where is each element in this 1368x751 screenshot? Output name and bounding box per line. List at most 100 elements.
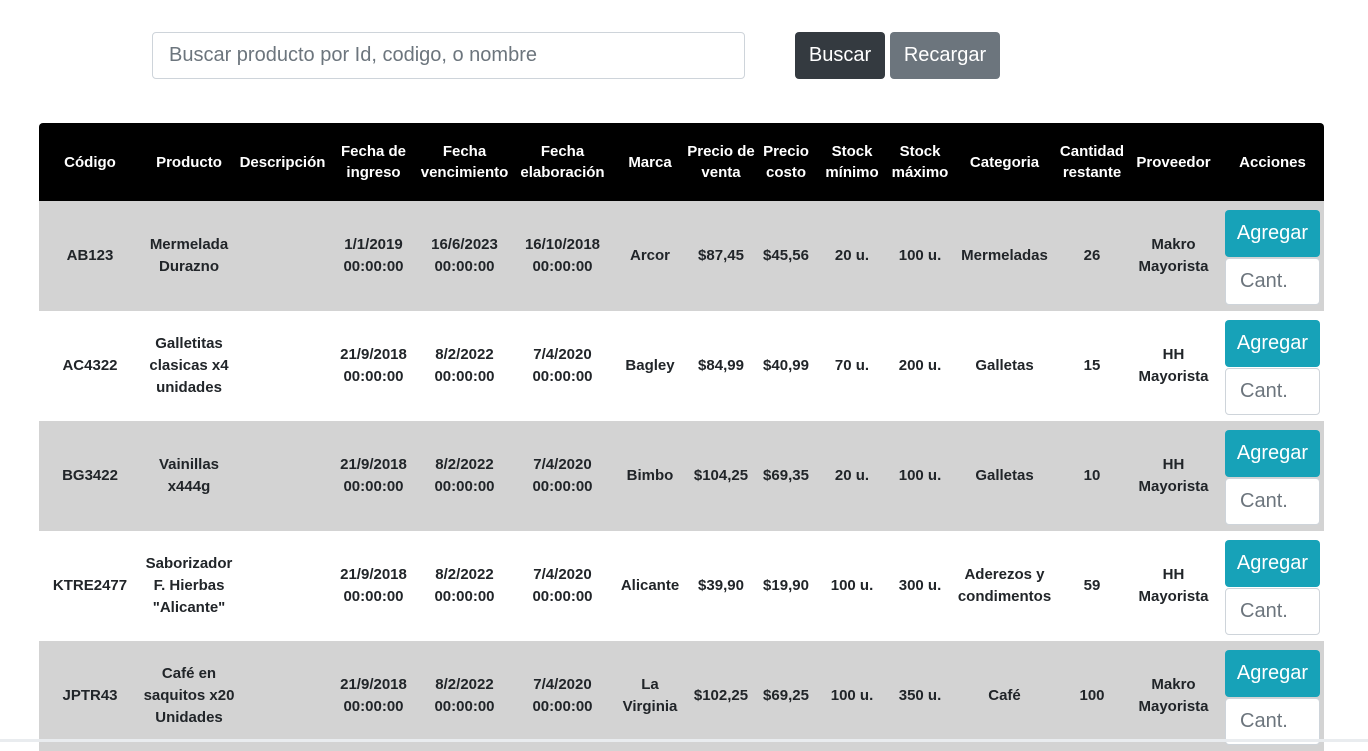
- stock-maximo-cell: 100 u.: [898, 247, 942, 264]
- precio-venta-cell: $104,25: [693, 467, 749, 484]
- fecha-elaboracion-cell: 16/10/2018 00:00:00: [524, 236, 601, 275]
- fecha-elaboracion-cell: 7/4/2020 00:00:00: [532, 566, 593, 605]
- cantidad-input[interactable]: [1225, 367, 1320, 415]
- cantidad-input[interactable]: [1225, 477, 1320, 525]
- proveedor-cell: Makro Mayorista: [1138, 676, 1209, 715]
- stock-minimo-cell: 20 u.: [834, 247, 870, 264]
- precio-costo-cell: $45,56: [763, 247, 809, 264]
- codigo-cell: KTRE2477: [52, 577, 128, 594]
- column-header: Acciones: [1239, 153, 1306, 171]
- fecha-ingreso-cell: 21/9/2018 00:00:00: [340, 566, 407, 605]
- stock-minimo-cell: 100 u.: [830, 687, 874, 704]
- column-header: Fecha elaboración: [520, 143, 605, 181]
- fecha-vencimiento-cell: 16/6/2023 00:00:00: [431, 236, 498, 275]
- column-header: Marca: [628, 153, 672, 171]
- categoria-cell: Café: [988, 687, 1021, 704]
- precio-costo-cell: $40,99: [763, 357, 809, 374]
- categoria-cell: Galletas: [975, 357, 1034, 374]
- table-row: AB123 Mermelada Durazno 1/1/2019 00:00:0…: [39, 201, 1324, 311]
- proveedor-cell: Makro Mayorista: [1138, 236, 1209, 275]
- precio-costo-cell: $69,25: [763, 687, 809, 704]
- stock-maximo-cell: 100 u.: [898, 467, 942, 484]
- cantidad-restante-cell: 15: [1083, 357, 1101, 374]
- actions-group: Agregar: [1225, 319, 1320, 415]
- fecha-vencimiento-cell: 8/2/2022 00:00:00: [434, 676, 495, 715]
- codigo-cell: JPTR43: [62, 687, 118, 704]
- recargar-button[interactable]: Recargar: [890, 32, 1000, 79]
- actions-group: Agregar: [1225, 649, 1320, 745]
- precio-venta-cell: $102,25: [693, 687, 749, 704]
- products-table-container: Código Producto Descripción Fecha de ing…: [39, 123, 1324, 751]
- descripcion-cell: [237, 201, 328, 311]
- descripcion-cell: [237, 531, 328, 641]
- fecha-vencimiento-cell: 8/2/2022 00:00:00: [434, 456, 495, 495]
- producto-cell: Saborizador F. Hierbas "Alicante": [145, 555, 233, 616]
- column-header: Categoria: [969, 153, 1040, 171]
- descripcion-cell: [237, 641, 328, 751]
- marca-cell: Alicante: [620, 577, 680, 594]
- cantidad-input[interactable]: [1225, 257, 1320, 305]
- column-header: Precio de venta: [687, 143, 755, 181]
- column-header: Proveedor: [1136, 153, 1211, 171]
- codigo-cell: BG3422: [62, 467, 118, 484]
- marca-cell: Bimbo: [626, 467, 674, 484]
- producto-cell: Café en saquitos x20 Unidades: [143, 665, 235, 726]
- buscar-button[interactable]: Buscar: [795, 32, 885, 79]
- products-table: Código Producto Descripción Fecha de ing…: [39, 123, 1324, 751]
- stock-minimo-cell: 100 u.: [830, 577, 874, 594]
- column-header: Fecha de ingreso: [340, 143, 407, 181]
- cantidad-restante-cell: 26: [1083, 247, 1101, 264]
- codigo-cell: AC4322: [62, 357, 118, 374]
- agregar-button[interactable]: Agregar: [1225, 319, 1320, 367]
- table-row: BG3422 Vainillas x444g 21/9/2018 00:00:0…: [39, 421, 1324, 531]
- producto-cell: Galletitas clasicas x4 unidades: [149, 335, 229, 396]
- precio-venta-cell: $87,45: [698, 247, 744, 264]
- proveedor-cell: HH Mayorista: [1138, 456, 1209, 495]
- fecha-elaboracion-cell: 7/4/2020 00:00:00: [532, 346, 593, 385]
- stock-maximo-cell: 350 u.: [898, 687, 942, 704]
- table-row: JPTR43 Café en saquitos x20 Unidades 21/…: [39, 641, 1324, 751]
- column-header: Descripción: [239, 153, 326, 171]
- table-row: AC4322 Galletitas clasicas x4 unidades 2…: [39, 311, 1324, 421]
- cantidad-input[interactable]: [1225, 697, 1320, 745]
- stock-minimo-cell: 20 u.: [834, 467, 870, 484]
- precio-costo-cell: $19,90: [763, 577, 809, 594]
- table-row: KTRE2477 Saborizador F. Hierbas "Alicant…: [39, 531, 1324, 641]
- categoria-cell: Mermeladas: [961, 247, 1048, 264]
- acciones-cell: Agregar: [1221, 311, 1324, 421]
- actions-group: Agregar: [1225, 539, 1320, 635]
- precio-costo-cell: $69,35: [763, 467, 809, 484]
- agregar-button[interactable]: Agregar: [1225, 649, 1320, 697]
- acciones-cell: Agregar: [1221, 641, 1324, 751]
- actions-group: Agregar: [1225, 429, 1320, 525]
- fecha-ingreso-cell: 21/9/2018 00:00:00: [340, 676, 407, 715]
- fecha-ingreso-cell: 21/9/2018 00:00:00: [340, 456, 407, 495]
- column-header: Precio costo: [763, 143, 809, 181]
- agregar-button[interactable]: Agregar: [1225, 429, 1320, 477]
- column-header: Fecha vencimiento: [420, 143, 509, 181]
- cantidad-restante-cell: 10: [1083, 467, 1101, 484]
- acciones-cell: Agregar: [1221, 201, 1324, 311]
- codigo-cell: AB123: [66, 247, 114, 264]
- stock-maximo-cell: 200 u.: [898, 357, 942, 374]
- producto-cell: Vainillas x444g: [158, 456, 220, 495]
- descripcion-cell: [237, 311, 328, 421]
- column-header: Código: [64, 153, 116, 171]
- column-header: Cantidad restante: [1059, 143, 1125, 181]
- cantidad-restante-cell: 100: [1079, 687, 1105, 704]
- search-input[interactable]: [152, 32, 745, 79]
- marca-cell: Arcor: [629, 247, 670, 264]
- cantidad-restante-cell: 59: [1083, 577, 1101, 594]
- fecha-vencimiento-cell: 8/2/2022 00:00:00: [434, 346, 495, 385]
- marca-cell: Bagley: [625, 357, 675, 374]
- column-header: Producto: [156, 153, 222, 171]
- agregar-button[interactable]: Agregar: [1225, 209, 1320, 257]
- cantidad-input[interactable]: [1225, 587, 1320, 635]
- proveedor-cell: HH Mayorista: [1138, 566, 1209, 605]
- acciones-cell: Agregar: [1221, 421, 1324, 531]
- fecha-elaboracion-cell: 7/4/2020 00:00:00: [532, 676, 593, 715]
- stock-maximo-cell: 300 u.: [898, 577, 942, 594]
- agregar-button[interactable]: Agregar: [1225, 539, 1320, 587]
- actions-group: Agregar: [1225, 209, 1320, 305]
- fecha-vencimiento-cell: 8/2/2022 00:00:00: [434, 566, 495, 605]
